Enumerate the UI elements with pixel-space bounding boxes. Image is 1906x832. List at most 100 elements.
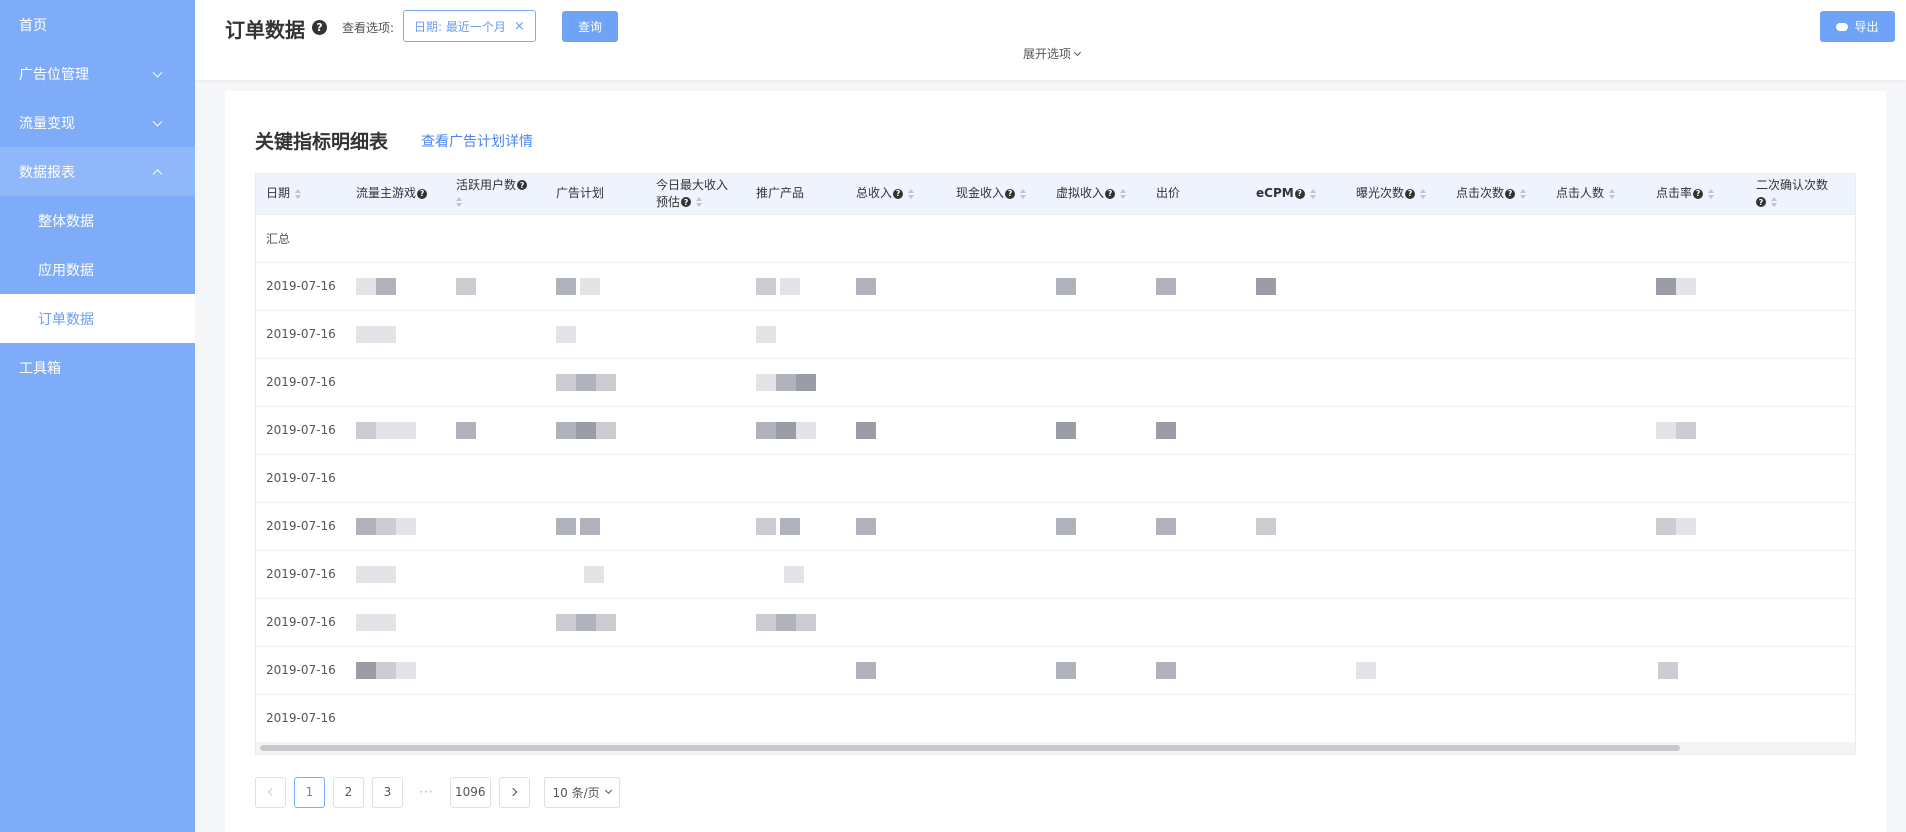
help-icon[interactable]: ? — [1505, 188, 1516, 199]
sort-icon[interactable] — [1771, 197, 1777, 208]
help-icon[interactable]: ? — [1005, 188, 1016, 199]
sort-icon[interactable] — [1708, 188, 1715, 199]
column-label: 广告计划 — [556, 186, 605, 201]
column-header-cash-revenue[interactable]: 现金收入? — [946, 174, 1046, 214]
sort-icon[interactable] — [1420, 188, 1427, 199]
redacted-value — [456, 277, 476, 295]
column-header-total-revenue[interactable]: 总收入? — [846, 174, 946, 214]
help-icon[interactable]: ? — [893, 188, 904, 199]
redacted-value — [556, 421, 576, 439]
redacted-value — [783, 565, 804, 583]
nav-item-data-reports[interactable]: 数据报表 — [0, 147, 195, 196]
redacted-value — [1156, 277, 1176, 295]
cell-date: 2019-07-16 — [256, 501, 346, 550]
help-icon[interactable]: ? — [1294, 188, 1305, 199]
query-button[interactable]: 查询 — [562, 11, 618, 42]
column-header-virtual-revenue[interactable]: 虚拟收入? — [1046, 174, 1146, 214]
sidebar: 首页 广告位管理 流量变现 数据报表 整体数据 应用数据 订单数据 工具箱 — [0, 0, 195, 832]
scrollbar-thumb[interactable] — [260, 745, 1680, 751]
horizontal-scrollbar[interactable] — [256, 742, 1855, 754]
card-title: 关键指标明细表 — [255, 131, 389, 153]
sort-icon[interactable] — [908, 188, 915, 199]
nav-label: 数据报表 — [19, 164, 75, 181]
column-label: 二次确认次数 — [1756, 177, 1829, 192]
redacted-value — [756, 613, 776, 631]
help-icon[interactable]: ? — [1693, 188, 1704, 199]
page-title: 订单数据 — [225, 18, 305, 42]
redacted-value — [776, 373, 796, 391]
sort-icon[interactable] — [1309, 188, 1316, 199]
sort-icon[interactable] — [1120, 188, 1127, 199]
redacted-value — [776, 613, 796, 631]
redacted-value — [756, 325, 776, 343]
summary-label: 汇总 — [256, 213, 346, 262]
redacted-value — [1156, 661, 1176, 679]
column-header-active-users[interactable]: 活跃用户数? — [446, 174, 546, 214]
redacted-value — [1056, 277, 1076, 295]
chevron-up-icon — [152, 168, 163, 179]
column-header-product: 推广产品 — [746, 174, 846, 214]
page-button-3[interactable]: 3 — [372, 776, 403, 808]
column-label: 出价 — [1156, 186, 1181, 201]
sort-icon[interactable] — [1520, 188, 1527, 199]
redacted-value — [583, 565, 604, 583]
redacted-value — [1676, 277, 1696, 295]
column-header-clicks[interactable]: 点击次数? — [1446, 174, 1546, 214]
redacted-value — [356, 661, 376, 679]
close-icon[interactable]: × — [514, 19, 525, 34]
redacted-value — [356, 613, 396, 631]
redacted-value — [556, 613, 576, 631]
help-icon[interactable]: ? — [417, 188, 428, 199]
sort-icon[interactable] — [696, 197, 703, 208]
next-page-button[interactable] — [498, 776, 530, 808]
column-header-ecpm[interactable]: eCPM? — [1246, 174, 1346, 214]
table-row: 2019-07-16 — [256, 693, 1855, 742]
nav-item-traffic-monetization[interactable]: 流量变现 — [0, 98, 195, 147]
help-icon[interactable]: ? — [1405, 188, 1416, 199]
column-label: 曝光次数 — [1356, 186, 1405, 201]
sort-icon[interactable] — [1609, 188, 1616, 199]
sort-icon[interactable] — [295, 188, 302, 199]
column-header-click-users[interactable]: 点击人数 — [1546, 174, 1646, 214]
redacted-value — [376, 517, 396, 535]
nav-subitem-app-data[interactable]: 应用数据 — [0, 245, 195, 294]
metrics-table: 日期 流量主游戏? 活跃用户数? 广告计划 今日最大收入预估? 推广产品 总收入… — [255, 173, 1856, 755]
column-header-impressions[interactable]: 曝光次数? — [1346, 174, 1446, 214]
nav-item-home[interactable]: 首页 — [0, 0, 195, 49]
page-button-2[interactable]: 2 — [333, 776, 364, 808]
nav-subitem-order-data[interactable]: 订单数据 — [0, 294, 195, 343]
column-header-max-revenue-estimate[interactable]: 今日最大收入预估? — [646, 174, 746, 214]
redacted-value — [576, 373, 596, 391]
sort-icon[interactable] — [456, 197, 462, 208]
page-button-1[interactable]: 1 — [294, 776, 325, 808]
redacted-value — [1056, 421, 1076, 439]
nav-item-ad-slot-management[interactable]: 广告位管理 — [0, 49, 195, 98]
help-icon[interactable]: ? — [681, 197, 692, 208]
nav-subitem-overall-data[interactable]: 整体数据 — [0, 196, 195, 245]
redacted-value — [796, 373, 816, 391]
help-icon[interactable]: ? — [1105, 188, 1116, 199]
page-button-last[interactable]: 1096 — [450, 776, 491, 808]
prev-page-button[interactable] — [255, 776, 286, 808]
column-header-second-confirm[interactable]: 二次确认次数? — [1746, 174, 1855, 214]
redacted-value — [796, 421, 816, 439]
help-icon[interactable]: ? — [1756, 197, 1766, 208]
help-icon[interactable]: ? — [517, 180, 528, 191]
pagination: 1 2 3 ··· 1096 10 条/页 — [255, 776, 620, 808]
date-filter-tag[interactable]: 日期: 最近一个月 × — [403, 10, 536, 42]
nav-item-toolbox[interactable]: 工具箱 — [0, 343, 195, 392]
redacted-value — [556, 517, 576, 535]
help-icon[interactable]: ? — [312, 20, 327, 35]
redacted-value — [596, 421, 616, 439]
nav-label: 流量变现 — [19, 115, 75, 132]
column-header-date[interactable]: 日期 — [256, 174, 346, 214]
sort-icon[interactable] — [1020, 188, 1027, 199]
table-row: 2019-07-16 — [256, 357, 1855, 406]
export-button[interactable]: 导出 — [1820, 11, 1895, 42]
page-size-select[interactable]: 10 条/页 — [543, 776, 620, 808]
table-row: 2019-07-16 — [256, 309, 1855, 358]
column-header-ctr[interactable]: 点击率? — [1646, 174, 1746, 214]
expand-options-toggle[interactable]: 展开选项 — [1023, 45, 1082, 62]
pagination-ellipsis[interactable]: ··· — [411, 776, 442, 808]
ad-plan-detail-link[interactable]: 查看广告计划详情 — [421, 131, 533, 151]
